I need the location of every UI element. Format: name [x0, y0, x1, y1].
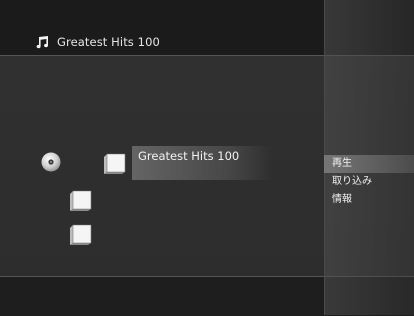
options-menu: 再生 取り込み 情報	[324, 155, 414, 209]
menu-item-label: 再生	[332, 158, 352, 169]
album-title[interactable]: Greatest Hits 100	[138, 149, 239, 163]
cube-icon[interactable]	[102, 151, 128, 175]
menu-item-play[interactable]: 再生	[324, 155, 414, 173]
menu-item-label: 取り込み	[332, 176, 372, 187]
menu-item-import[interactable]: 取り込み	[324, 173, 414, 191]
menu-item-label: 情報	[332, 194, 352, 205]
cube-icon-graphic	[70, 224, 92, 245]
header-title: Greatest Hits 100	[35, 35, 160, 49]
disc-icon[interactable]	[41, 152, 61, 172]
music-note-icon	[36, 36, 49, 49]
cube-icon[interactable]	[68, 222, 94, 246]
cube-icon[interactable]	[68, 188, 94, 212]
menu-item-info[interactable]: 情報	[324, 191, 414, 209]
header-title-text: Greatest Hits 100	[57, 35, 160, 49]
cube-icon-graphic	[104, 153, 126, 174]
cube-icon-graphic	[70, 190, 92, 211]
